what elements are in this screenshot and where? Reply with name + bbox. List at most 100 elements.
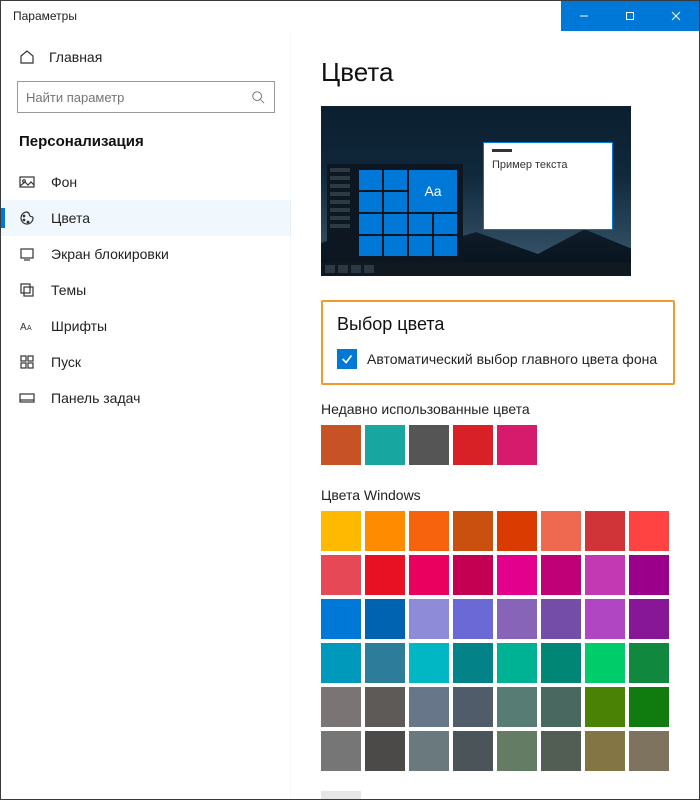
custom-color-row[interactable]: + Дополнительный цвет (321, 787, 675, 799)
page-title: Цвета (321, 57, 675, 88)
window-body: Главная Персонализация Фон Цвета Экран б… (1, 31, 699, 799)
fonts-icon: AA (19, 318, 35, 334)
nav-label: Пуск (51, 354, 81, 370)
search-input[interactable] (17, 81, 275, 113)
lockscreen-icon (19, 246, 35, 262)
color-swatch[interactable] (365, 511, 405, 551)
color-swatch[interactable] (321, 643, 361, 683)
choose-color-section: Выбор цвета Автоматический выбор главног… (321, 300, 675, 385)
windows-colors-label: Цвета Windows (321, 487, 675, 503)
nav-themes[interactable]: Темы (1, 272, 291, 308)
auto-pick-row[interactable]: Автоматический выбор главного цвета фона (337, 349, 659, 369)
color-swatch[interactable] (585, 687, 625, 727)
window-controls (561, 1, 699, 31)
recent-color-swatch[interactable] (453, 425, 493, 465)
nav-lockscreen[interactable]: Экран блокировки (1, 236, 291, 272)
recent-color-swatch[interactable] (497, 425, 537, 465)
auto-pick-label: Автоматический выбор главного цвета фона (367, 351, 657, 367)
color-swatch[interactable] (321, 687, 361, 727)
color-swatch[interactable] (629, 555, 669, 595)
home-nav[interactable]: Главная (1, 41, 291, 73)
color-swatch[interactable] (585, 511, 625, 551)
color-swatch[interactable] (321, 599, 361, 639)
preview-sample-window: Пример текста (483, 142, 613, 230)
maximize-button[interactable] (607, 1, 653, 31)
search-icon (251, 90, 265, 104)
home-icon (19, 49, 35, 65)
color-swatch[interactable] (541, 687, 581, 727)
nav-taskbar[interactable]: Панель задач (1, 380, 291, 416)
home-label: Главная (49, 49, 102, 65)
nav-label: Шрифты (51, 318, 107, 334)
search-container (1, 73, 291, 127)
recent-color-swatch[interactable] (365, 425, 405, 465)
color-swatch[interactable] (453, 687, 493, 727)
nav-colors[interactable]: Цвета (1, 200, 291, 236)
svg-text:A: A (27, 325, 32, 332)
nav-background[interactable]: Фон (1, 164, 291, 200)
color-swatch[interactable] (629, 511, 669, 551)
nav-label: Панель задач (51, 390, 140, 406)
color-swatch[interactable] (629, 731, 669, 771)
auto-pick-checkbox[interactable] (337, 349, 357, 369)
nav-label: Экран блокировки (51, 246, 169, 262)
preview-tile-big: Aa (409, 170, 457, 212)
color-swatch[interactable] (453, 511, 493, 551)
color-swatch[interactable] (585, 731, 625, 771)
color-swatch[interactable] (453, 643, 493, 683)
color-swatch[interactable] (321, 511, 361, 551)
content-area[interactable]: Цвета Aa Пример текста (291, 31, 699, 799)
color-swatch[interactable] (409, 643, 449, 683)
color-swatch[interactable] (365, 687, 405, 727)
picture-icon (19, 174, 35, 190)
color-swatch[interactable] (629, 687, 669, 727)
color-swatch[interactable] (585, 555, 625, 595)
color-swatch[interactable] (365, 731, 405, 771)
minimize-button[interactable] (561, 1, 607, 31)
preview-sample-text: Пример текста (492, 159, 568, 171)
recent-colors-label: Недавно использованные цвета (321, 401, 675, 417)
color-swatch[interactable] (409, 731, 449, 771)
color-swatch[interactable] (585, 643, 625, 683)
color-swatch[interactable] (453, 731, 493, 771)
color-swatch[interactable] (321, 555, 361, 595)
color-swatch[interactable] (365, 643, 405, 683)
color-swatch[interactable] (541, 511, 581, 551)
color-swatch[interactable] (629, 599, 669, 639)
color-swatch[interactable] (497, 687, 537, 727)
color-swatch[interactable] (497, 643, 537, 683)
color-swatch[interactable] (585, 599, 625, 639)
color-swatch[interactable] (497, 731, 537, 771)
color-swatch[interactable] (541, 555, 581, 595)
color-preview: Aa Пример текста (321, 106, 631, 276)
nav-start[interactable]: Пуск (1, 344, 291, 380)
color-swatch[interactable] (453, 599, 493, 639)
settings-window: Параметры Главная Персонализация Фон (0, 0, 700, 800)
color-swatch[interactable] (541, 643, 581, 683)
color-swatch[interactable] (497, 555, 537, 595)
add-custom-color-button[interactable]: + (321, 791, 361, 799)
color-swatch[interactable] (497, 599, 537, 639)
close-button[interactable] (653, 1, 699, 31)
color-swatch[interactable] (321, 731, 361, 771)
color-swatch[interactable] (409, 555, 449, 595)
recent-color-swatch[interactable] (321, 425, 361, 465)
themes-icon (19, 282, 35, 298)
sidebar: Главная Персонализация Фон Цвета Экран б… (1, 31, 291, 799)
color-swatch[interactable] (497, 511, 537, 551)
color-swatch[interactable] (409, 687, 449, 727)
color-swatch[interactable] (409, 511, 449, 551)
nav-fonts[interactable]: AA Шрифты (1, 308, 291, 344)
color-swatch[interactable] (365, 555, 405, 595)
taskbar-icon (19, 390, 35, 406)
color-swatch[interactable] (453, 555, 493, 595)
color-swatch[interactable] (541, 731, 581, 771)
color-swatch[interactable] (365, 599, 405, 639)
color-swatch[interactable] (629, 643, 669, 683)
windows-colors-grid (321, 511, 675, 771)
recent-color-swatch[interactable] (409, 425, 449, 465)
color-swatch[interactable] (541, 599, 581, 639)
section-title: Персонализация (1, 127, 291, 164)
color-swatch[interactable] (409, 599, 449, 639)
recent-colors-row (321, 425, 675, 465)
